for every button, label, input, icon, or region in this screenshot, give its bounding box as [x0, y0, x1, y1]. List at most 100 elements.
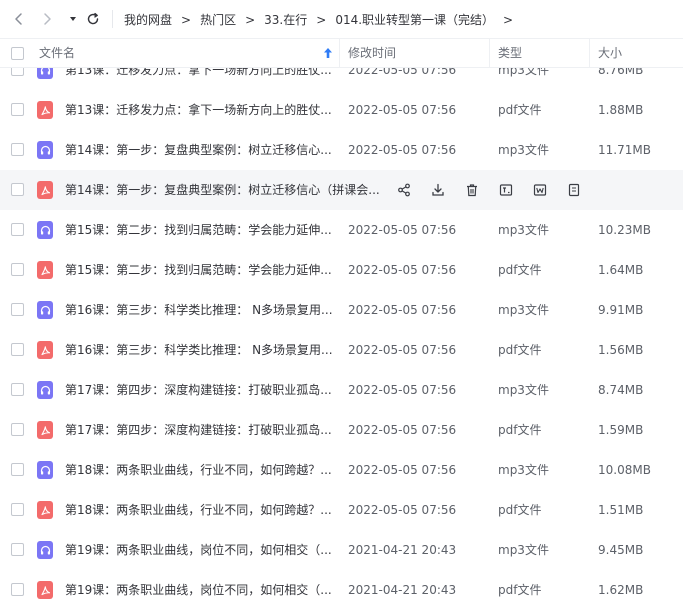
- file-type: pdf文件: [498, 103, 542, 117]
- pdf-file-icon: [37, 181, 53, 199]
- file-name[interactable]: 第16课：第三步：科学类比推理： N多场景复用...: [65, 330, 335, 370]
- file-name[interactable]: 第19课：两条职业曲线，岗位不同，如何相交（...: [65, 570, 335, 610]
- rename-button[interactable]: [497, 181, 515, 199]
- breadcrumb-item-hot[interactable]: 热门区: [200, 11, 236, 28]
- file-name[interactable]: 第17课：第四步：深度构建链接：打破职业孤岛...: [65, 410, 335, 450]
- file-name[interactable]: 第14课：第一步：复盘典型案例：树立迁移信心...: [65, 130, 335, 170]
- file-size: 1.64MB: [598, 263, 644, 277]
- row-checkbox[interactable]: [11, 423, 24, 436]
- file-type: mp3文件: [498, 223, 549, 237]
- file-type: mp3文件: [498, 383, 549, 397]
- breadcrumb-more-separator[interactable]: >: [503, 13, 513, 27]
- file-row[interactable]: 第13课：迁移发力点：拿下一场新方向上的胜仗... 2022-05-05 07:5…: [0, 68, 683, 90]
- back-button[interactable]: [9, 9, 29, 29]
- pdf-file-icon: [37, 261, 53, 279]
- file-row[interactable]: 第16课：第三步：科学类比推理： N多场景复用... 2022-05-05 07:…: [0, 330, 683, 370]
- file-row[interactable]: 第16课：第三步：科学类比推理： N多场景复用... 2022-05-05 07:…: [0, 290, 683, 330]
- refresh-button[interactable]: [83, 9, 103, 29]
- file-row[interactable]: 第13课：迁移发力点：拿下一场新方向上的胜仗... 2022-05-05 07:5…: [0, 90, 683, 130]
- pdf-file-icon: [37, 581, 53, 599]
- file-row[interactable]: 第17课：第四步：深度构建链接：打破职业孤岛... 2022-05-05 07:5…: [0, 370, 683, 410]
- column-divider[interactable]: [339, 39, 340, 67]
- file-type: mp3文件: [498, 543, 549, 557]
- row-checkbox[interactable]: [11, 143, 24, 156]
- audio-file-icon: [37, 381, 53, 399]
- file-row[interactable]: 第18课：两条职业曲线，行业不同，如何跨越？... 2022-05-05 07:5…: [0, 490, 683, 530]
- file-name[interactable]: 第13课：迁移发力点：拿下一场新方向上的胜仗...: [65, 90, 335, 130]
- column-header-type-label: 类型: [498, 46, 523, 60]
- column-header-name[interactable]: 文件名: [39, 39, 339, 67]
- file-type: pdf文件: [498, 263, 542, 277]
- file-row[interactable]: 第15课：第二步：找到归属范畴：学会能力延伸... 2022-05-05 07:5…: [0, 210, 683, 250]
- column-divider[interactable]: [589, 39, 590, 67]
- caret-down-icon: [70, 17, 76, 21]
- download-button[interactable]: [429, 181, 447, 199]
- pdf-file-icon: [37, 341, 53, 359]
- file-row[interactable]: 第17课：第四步：深度构建链接：打破职业孤岛... 2022-05-05 07:5…: [0, 410, 683, 450]
- copy-icon: [533, 183, 547, 197]
- delete-button[interactable]: [463, 181, 481, 199]
- breadcrumb-item-my-drive[interactable]: 我的网盘: [124, 11, 172, 28]
- delete-icon: [465, 183, 479, 197]
- file-type: mp3文件: [498, 68, 549, 77]
- file-name[interactable]: 第17课：第四步：深度构建链接：打破职业孤岛...: [65, 370, 335, 410]
- row-checkbox[interactable]: [11, 343, 24, 356]
- breadcrumb: 我的网盘 > 热门区 > 33.在行 > 014.职业转型第一课（完结） >: [124, 11, 522, 28]
- file-name[interactable]: 第14课：第一步：复盘典型案例：树立迁移信心（拼课会...: [65, 170, 383, 210]
- file-row[interactable]: 第19课：两条职业曲线，岗位不同，如何相交（... 2021-04-21 20:4…: [0, 570, 683, 610]
- file-type: mp3文件: [498, 143, 549, 157]
- forward-button[interactable]: [37, 9, 57, 29]
- row-checkbox[interactable]: [11, 583, 24, 596]
- file-name[interactable]: 第18课：两条职业曲线，行业不同，如何跨越？...: [65, 490, 335, 530]
- row-checkbox[interactable]: [11, 223, 24, 236]
- file-row[interactable]: 第15课：第二步：找到归属范畴：学会能力延伸... 2022-05-05 07:5…: [0, 250, 683, 290]
- row-checkbox[interactable]: [11, 303, 24, 316]
- breadcrumb-separator: >: [181, 12, 192, 27]
- pdf-file-icon: [37, 421, 53, 439]
- file-name[interactable]: 第13课：迁移发力点：拿下一场新方向上的胜仗...: [65, 68, 335, 90]
- column-divider[interactable]: [489, 39, 490, 67]
- file-row[interactable]: 第18课：两条职业曲线，行业不同，如何跨越？... 2022-05-05 07:5…: [0, 450, 683, 490]
- toolbar: 我的网盘 > 热门区 > 33.在行 > 014.职业转型第一课（完结） >: [0, 0, 683, 37]
- file-name[interactable]: 第19课：两条职业曲线，岗位不同，如何相交（...: [65, 530, 335, 570]
- share-button[interactable]: [395, 181, 413, 199]
- file-list-header: 文件名 修改时间 类型 大小: [0, 38, 683, 68]
- file-size: 1.59MB: [598, 423, 644, 437]
- file-type: pdf文件: [498, 423, 542, 437]
- row-checkbox[interactable]: [11, 263, 24, 276]
- row-checkbox[interactable]: [11, 543, 24, 556]
- file-name[interactable]: 第18课：两条职业曲线，行业不同，如何跨越？...: [65, 450, 335, 490]
- column-header-size[interactable]: 大小: [598, 39, 678, 67]
- copy-button[interactable]: [531, 181, 549, 199]
- file-name[interactable]: 第15课：第二步：找到归属范畴：学会能力延伸...: [65, 250, 335, 290]
- file-row[interactable]: 第19课：两条职业曲线，岗位不同，如何相交（... 2021-04-21 20:4…: [0, 530, 683, 570]
- file-row[interactable]: 第14课：第一步：复盘典型案例：树立迁移信心... 2022-05-05 07:5…: [0, 130, 683, 170]
- file-type: pdf文件: [498, 343, 542, 357]
- column-header-modified[interactable]: 修改时间: [348, 39, 488, 67]
- row-checkbox[interactable]: [11, 103, 24, 116]
- row-checkbox[interactable]: [11, 68, 24, 76]
- file-list: 第13课：迁移发力点：拿下一场新方向上的胜仗... 2022-05-05 07:5…: [0, 68, 683, 615]
- row-checkbox[interactable]: [11, 463, 24, 476]
- breadcrumb-item-zaihang[interactable]: 33.在行: [264, 11, 307, 28]
- file-modified-date: 2021-04-21 20:43: [348, 543, 457, 557]
- file-row[interactable]: 第14课：第一步：复盘典型案例：树立迁移信心（拼课会...: [0, 170, 683, 210]
- file-type: mp3文件: [498, 303, 549, 317]
- breadcrumb-item-current-folder[interactable]: 014.职业转型第一课（完结）: [335, 11, 494, 28]
- file-size: 9.91MB: [598, 303, 644, 317]
- file-type: pdf文件: [498, 503, 542, 517]
- column-header-type[interactable]: 类型: [498, 39, 588, 67]
- history-dropdown-button[interactable]: [63, 9, 83, 29]
- move-button[interactable]: [565, 181, 583, 199]
- file-name[interactable]: 第15课：第二步：找到归属范畴：学会能力延伸...: [65, 210, 335, 250]
- row-checkbox[interactable]: [11, 383, 24, 396]
- row-checkbox[interactable]: [11, 503, 24, 516]
- column-header-name-label: 文件名: [39, 46, 76, 60]
- row-actions: [395, 181, 599, 199]
- sort-ascending-icon[interactable]: [323, 47, 333, 62]
- file-size: 10.08MB: [598, 463, 651, 477]
- file-type: mp3文件: [498, 463, 549, 477]
- row-checkbox[interactable]: [11, 183, 24, 196]
- file-name[interactable]: 第16课：第三步：科学类比推理： N多场景复用...: [65, 290, 335, 330]
- select-all-checkbox[interactable]: [11, 47, 24, 60]
